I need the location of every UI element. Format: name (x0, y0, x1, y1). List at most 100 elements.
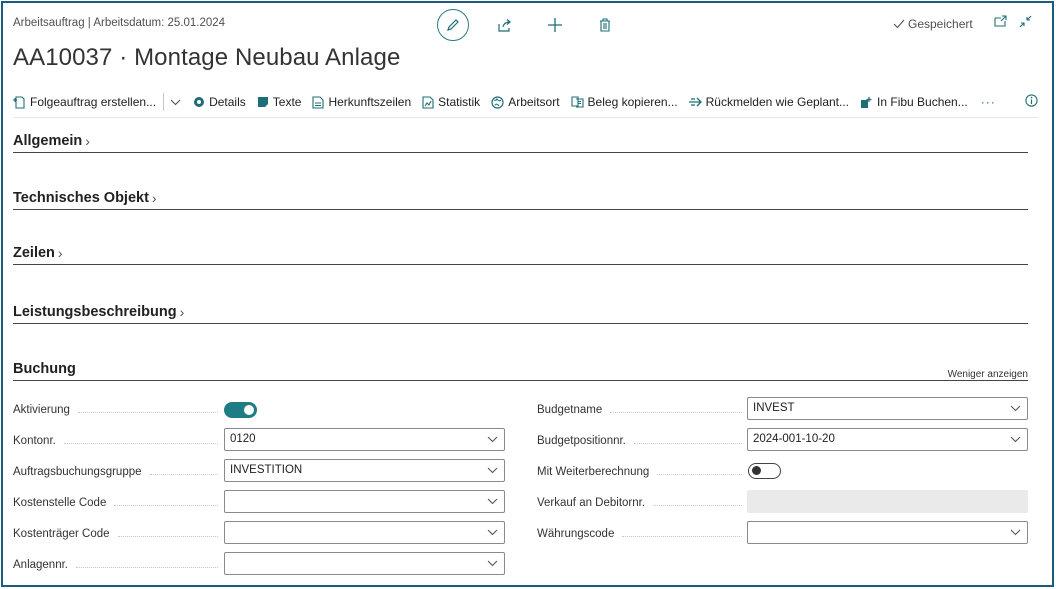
share-icon (497, 18, 511, 32)
field-label-text: Kostenträger Code (13, 528, 110, 540)
budgetpositionnr-select[interactable]: 2024-001-10-20 (747, 428, 1028, 451)
chevron-down-icon (1010, 529, 1021, 536)
copy-document-icon (570, 96, 584, 108)
arbeitsort-button[interactable]: Arbeitsort (491, 95, 560, 109)
dotted-leader (149, 473, 218, 475)
details-button[interactable]: Details (193, 95, 246, 109)
anlagennr-select[interactable] (224, 552, 505, 575)
more-actions-button[interactable]: ··· (981, 95, 996, 109)
folgeauftrag-button[interactable]: Folgeauftrag erstellen... (13, 95, 156, 109)
statistik-label: Statistik (438, 95, 481, 109)
section-leistungsbeschreibung[interactable]: Leistungsbeschreibung › (13, 304, 1028, 324)
rueckmelden-label: Rückmelden wie Geplant... (705, 95, 850, 109)
section-allgemein[interactable]: Allgemein › (13, 133, 1028, 153)
texte-label: Texte (272, 95, 302, 109)
field-label-text: Anlagennr. (13, 559, 68, 571)
chevron-down-icon (170, 99, 181, 105)
kostenstelle-select[interactable] (224, 490, 505, 513)
field-budgetpositionnr-label: Budgetpositionnr. (537, 435, 742, 447)
budgetname-select[interactable]: INVEST (747, 397, 1028, 420)
info-button[interactable] (1025, 94, 1038, 110)
dotted-leader (657, 473, 742, 475)
kontonr-select[interactable]: 0120 (224, 428, 505, 451)
delete-button[interactable] (591, 9, 619, 41)
budgetname-value: INVEST (753, 402, 795, 414)
waehrungscode-select[interactable] (747, 521, 1028, 544)
edit-button[interactable] (437, 9, 469, 41)
dotted-leader (114, 504, 218, 506)
section-buchung[interactable]: Buchung Weniger anzeigen (13, 361, 1028, 381)
herkunftszeilen-button[interactable]: Herkunftszeilen (312, 95, 411, 109)
kontonr-value: 0120 (230, 433, 256, 445)
budgetpositionnr-value: 2024-001-10-20 (753, 433, 835, 445)
dotted-leader (622, 535, 742, 537)
statistik-button[interactable]: Statistik (422, 95, 480, 109)
dotted-leader (77, 411, 218, 413)
section-zeilen-title: Zeilen (13, 245, 55, 261)
field-aktivierung-label: Aktivierung (13, 404, 218, 416)
chevron-right-icon: › (179, 304, 185, 320)
arbeitsort-label: Arbeitsort (508, 95, 560, 109)
show-less-link[interactable]: Weniger anzeigen (948, 369, 1028, 380)
section-technisches-objekt-title: Technisches Objekt (13, 190, 149, 206)
auftragsbuchungsgruppe-value: INVESTITION (230, 464, 303, 476)
field-budgetname-label: Budgetname (537, 404, 742, 416)
weiterberechnung-toggle[interactable] (748, 463, 781, 479)
chevron-right-icon: › (57, 245, 63, 261)
chevron-down-icon (1010, 405, 1021, 412)
field-label-text: Budgetpositionnr. (537, 435, 626, 447)
section-zeilen[interactable]: Zeilen › (13, 245, 1028, 265)
field-label-text: Mit Weiterberechnung (537, 466, 650, 478)
details-label: Details (209, 95, 246, 109)
field-waehrungscode-label: Währungscode (537, 528, 742, 540)
breadcrumb: Arbeitsauftrag | Arbeitsdatum: 25.01.202… (13, 17, 226, 29)
details-icon (194, 97, 205, 107)
dotted-leader (63, 442, 218, 444)
in-fibu-buchen-label: In Fibu Buchen... (877, 95, 968, 109)
texte-button[interactable]: Texte (257, 95, 302, 109)
collapse-icon[interactable] (1019, 15, 1032, 28)
chevron-down-icon (487, 529, 498, 536)
page-title: AA10037 · Montage Neubau Anlage (13, 44, 401, 71)
report-back-icon (688, 97, 702, 107)
chevron-down-icon (487, 436, 498, 443)
field-label-text: Kontonr. (13, 435, 56, 447)
chevron-down-icon (487, 467, 498, 474)
field-weiterberechnung-label: Mit Weiterberechnung (537, 466, 742, 478)
checkmark-icon (893, 19, 905, 29)
header-actions (437, 9, 619, 41)
new-document-icon (13, 95, 25, 109)
field-label-text: Verkauf an Debitornr. (537, 497, 646, 509)
new-button[interactable] (541, 9, 569, 41)
kostentraeger-select[interactable] (224, 521, 505, 544)
herkunftszeilen-label: Herkunftszeilen (328, 95, 412, 109)
saved-status: Gespeichert (893, 17, 973, 31)
aktivierung-toggle[interactable] (224, 402, 257, 418)
rueckmelden-button[interactable]: Rückmelden wie Geplant... (688, 95, 850, 109)
toolbar-dropdown-button[interactable] (170, 99, 181, 106)
field-kontonr-label: Kontonr. (13, 435, 218, 447)
field-kostentraeger-label: Kostenträger Code (13, 528, 218, 540)
section-technisches-objekt[interactable]: Technisches Objekt › (13, 190, 1028, 210)
trash-icon (600, 18, 610, 32)
plus-icon (548, 18, 562, 32)
chevron-right-icon: › (151, 190, 157, 206)
open-new-window-icon[interactable] (994, 15, 1007, 27)
share-button[interactable] (491, 9, 519, 41)
in-fibu-buchen-button[interactable]: In Fibu Buchen... (860, 95, 968, 109)
field-anlagennr-label: Anlagennr. (13, 559, 218, 571)
chevron-down-icon (487, 560, 498, 567)
document-lines-icon (312, 95, 325, 109)
info-icon (1025, 94, 1038, 107)
section-buchung-title: Buchung (13, 361, 76, 377)
section-leistungsbeschreibung-title: Leistungsbeschreibung (13, 304, 177, 320)
auftragsbuchungsgruppe-select[interactable]: INVESTITION (224, 459, 505, 482)
globe-icon (491, 95, 504, 109)
dotted-leader (117, 535, 218, 537)
window-controls (994, 15, 1032, 28)
field-auftragsbuchungsgruppe-label: Auftragsbuchungsgruppe (13, 466, 218, 478)
field-verkauf-debitor-label: Verkauf an Debitornr. (537, 497, 742, 509)
field-label-text: Währungscode (537, 528, 615, 540)
beleg-kopieren-button[interactable]: Beleg kopieren... (570, 95, 678, 109)
field-label-text: Aktivierung (13, 404, 70, 416)
